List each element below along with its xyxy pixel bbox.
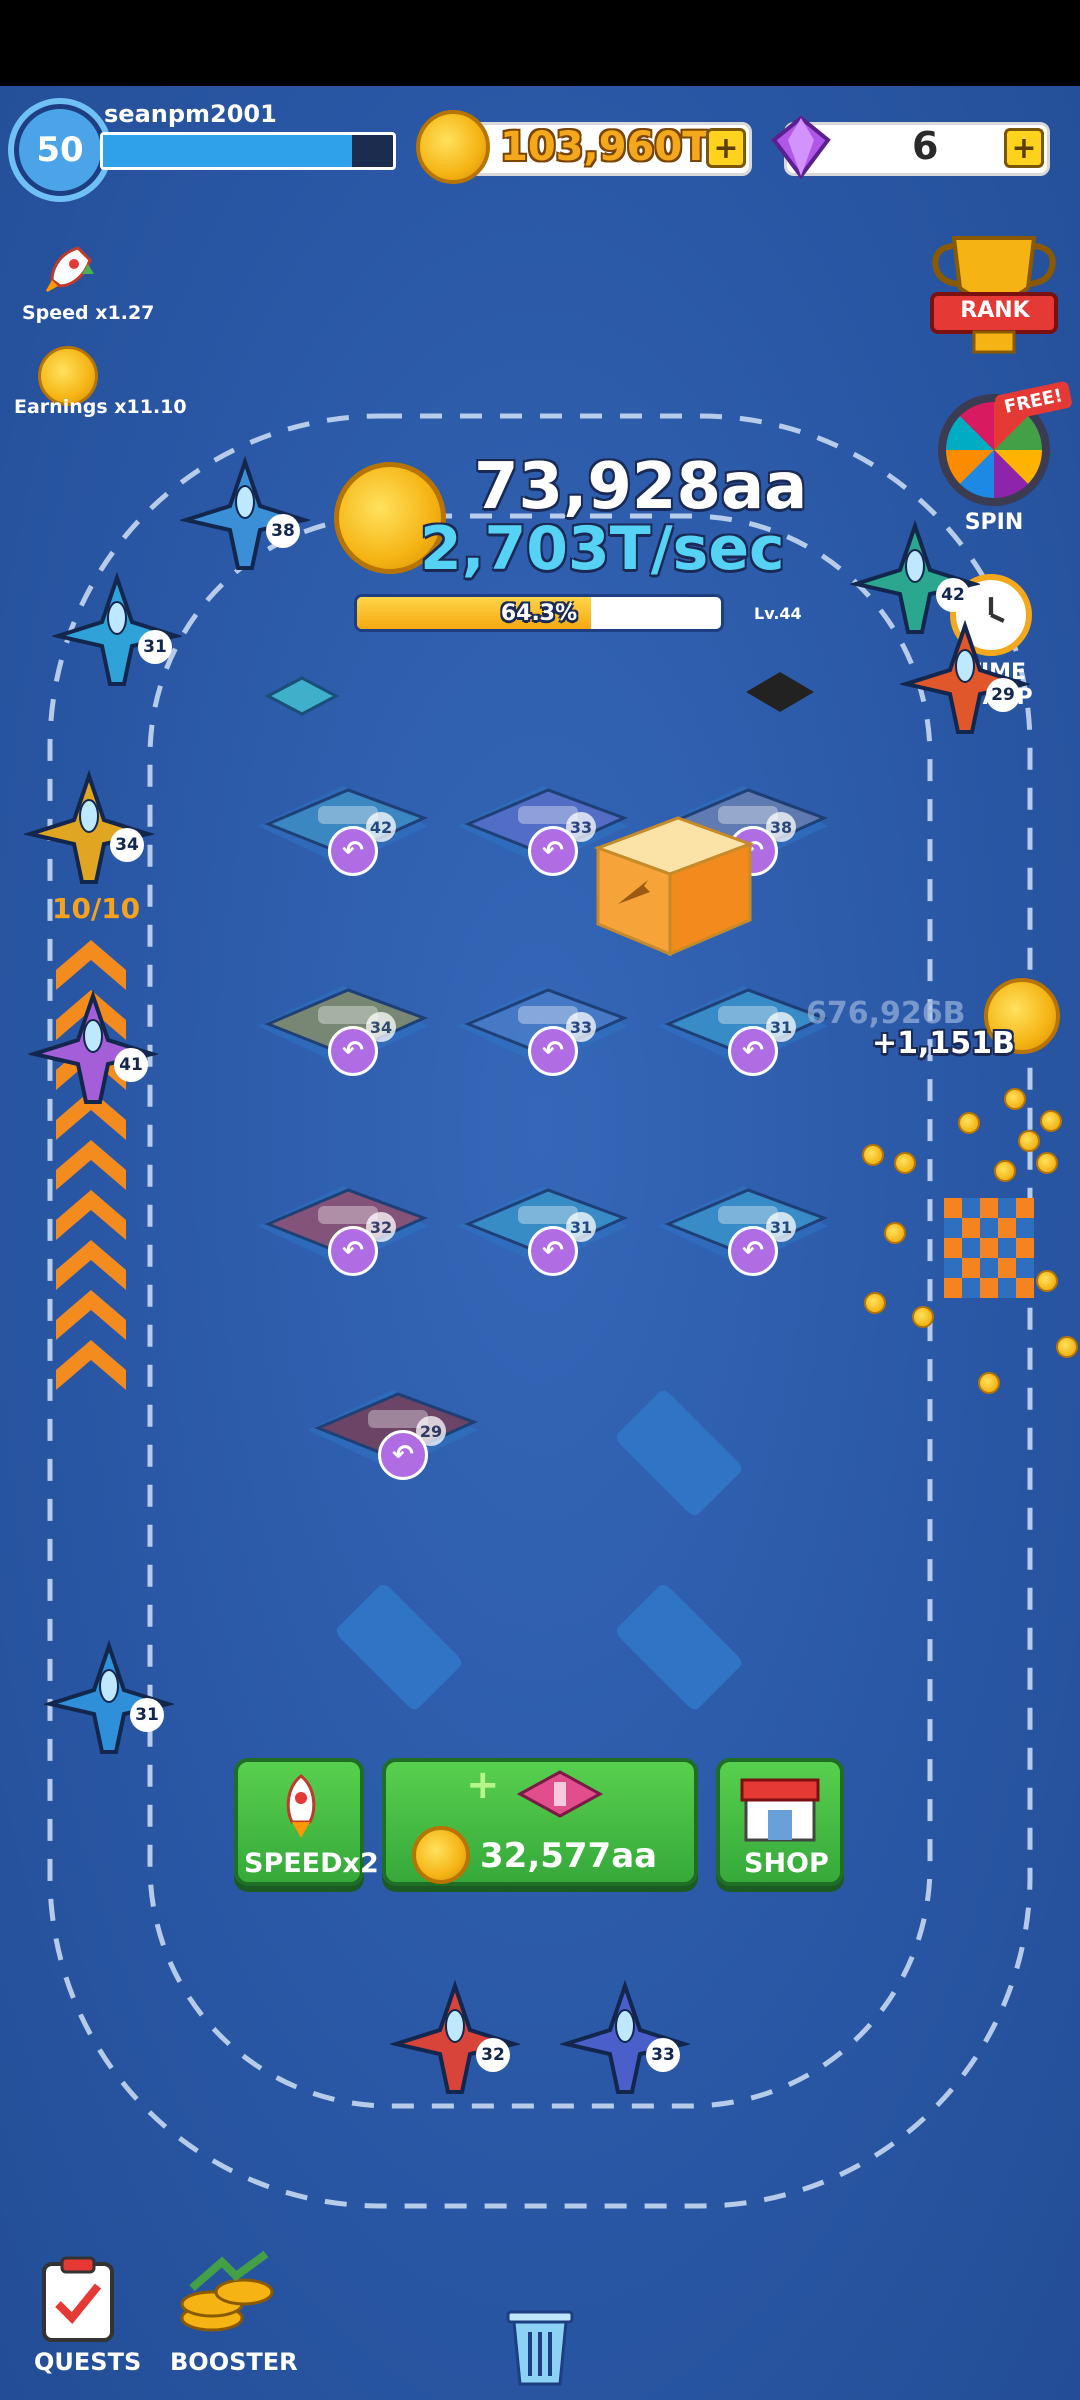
return-plane-button[interactable]: ↶ <box>528 1026 578 1076</box>
coin-icon <box>416 110 490 184</box>
level-progress-bar: 64.3% <box>354 594 724 632</box>
racing-plane-level: 31 <box>130 1698 164 1732</box>
next-plane-silhouette-icon <box>746 672 814 712</box>
gem-icon <box>771 115 831 180</box>
speed-boost-label: SPEEDx2 <box>244 1848 379 1879</box>
shop-label: SHOP <box>744 1848 829 1879</box>
return-plane-button[interactable]: ↶ <box>728 1026 778 1076</box>
gem-balance: 6 <box>912 124 939 168</box>
coin-particle <box>1036 1270 1058 1292</box>
current-plane-icon <box>264 676 340 716</box>
buy-plus-icon: + <box>466 1762 500 1808</box>
quests-label[interactable]: QUESTS <box>34 2348 141 2376</box>
player-level-badge[interactable]: 50 <box>14 104 106 196</box>
racing-plane-level: 38 <box>266 514 300 548</box>
rank-label: RANK <box>960 298 1030 323</box>
return-plane-button[interactable]: ↶ <box>378 1430 428 1480</box>
coin-particle <box>864 1292 886 1314</box>
coin-particle <box>1036 1152 1058 1174</box>
coin-particle <box>912 1306 934 1328</box>
shop-icon <box>740 1778 820 1842</box>
booster-coins-icon[interactable] <box>172 2248 282 2344</box>
racing-plane-level: 29 <box>986 678 1020 712</box>
earnings-rate: 2,703T/sec <box>420 514 785 584</box>
return-plane-button[interactable]: ↶ <box>328 1026 378 1076</box>
return-plane-button[interactable]: ↶ <box>528 1226 578 1276</box>
rank-trophy-icon[interactable] <box>924 228 1064 358</box>
add-coins-button[interactable]: + <box>706 128 746 168</box>
rocket-icon <box>286 1774 316 1838</box>
buy-cost-coin-icon <box>412 1826 470 1884</box>
coin-particle <box>1018 1130 1040 1152</box>
xp-bar-fill <box>103 135 353 167</box>
coin-particle <box>884 1222 906 1244</box>
mystery-box-icon[interactable] <box>588 808 758 958</box>
earnings-gain-value: +1,151B <box>872 1026 1015 1061</box>
coin-particle <box>1040 1110 1062 1132</box>
xp-bar <box>100 132 396 170</box>
coin-particle <box>978 1372 1000 1394</box>
speed-rocket-icon <box>44 246 94 294</box>
runway-counter: 10/10 <box>52 892 141 925</box>
coin-balance: 103,960T <box>500 124 710 170</box>
return-plane-button[interactable]: ↶ <box>328 826 378 876</box>
coin-particle <box>994 1160 1016 1182</box>
racing-plane-level: 31 <box>138 630 172 664</box>
coin-particle <box>862 1144 884 1166</box>
player-username: seanpm2001 <box>104 100 277 128</box>
finish-flag-icon <box>944 1198 1034 1298</box>
return-plane-button[interactable]: ↶ <box>528 826 578 876</box>
return-plane-button[interactable]: ↶ <box>728 1226 778 1276</box>
coin-particle <box>958 1112 980 1134</box>
status-bar <box>0 0 1080 86</box>
earnings-total: 73,928aa <box>474 450 808 524</box>
earnings-multiplier-label: Earnings x11.10 <box>14 396 187 418</box>
level-progress-text: 64.3% <box>500 600 578 626</box>
booster-label[interactable]: BOOSTER <box>170 2348 298 2376</box>
trash-icon[interactable] <box>500 2298 580 2388</box>
racing-plane-level: 41 <box>114 1048 148 1082</box>
racing-plane-level: 33 <box>646 2038 680 2072</box>
racing-plane-level: 34 <box>110 828 144 862</box>
racing-plane-level: 42 <box>936 578 970 612</box>
quests-clipboard-icon[interactable] <box>36 2254 120 2344</box>
coin-particle <box>1004 1088 1026 1110</box>
speed-multiplier-label: Speed x1.27 <box>22 302 155 324</box>
buy-plane-cost: 32,577aa <box>480 1836 658 1876</box>
player-level: 50 <box>36 130 84 170</box>
coin-particle <box>1056 1336 1078 1358</box>
buy-plane-icon <box>516 1770 604 1818</box>
next-level-tag: Lv.44 <box>754 604 802 623</box>
racing-plane-level: 32 <box>476 2038 510 2072</box>
return-plane-button[interactable]: ↶ <box>328 1226 378 1276</box>
add-gems-button[interactable]: + <box>1004 128 1044 168</box>
coin-particle <box>894 1152 916 1174</box>
